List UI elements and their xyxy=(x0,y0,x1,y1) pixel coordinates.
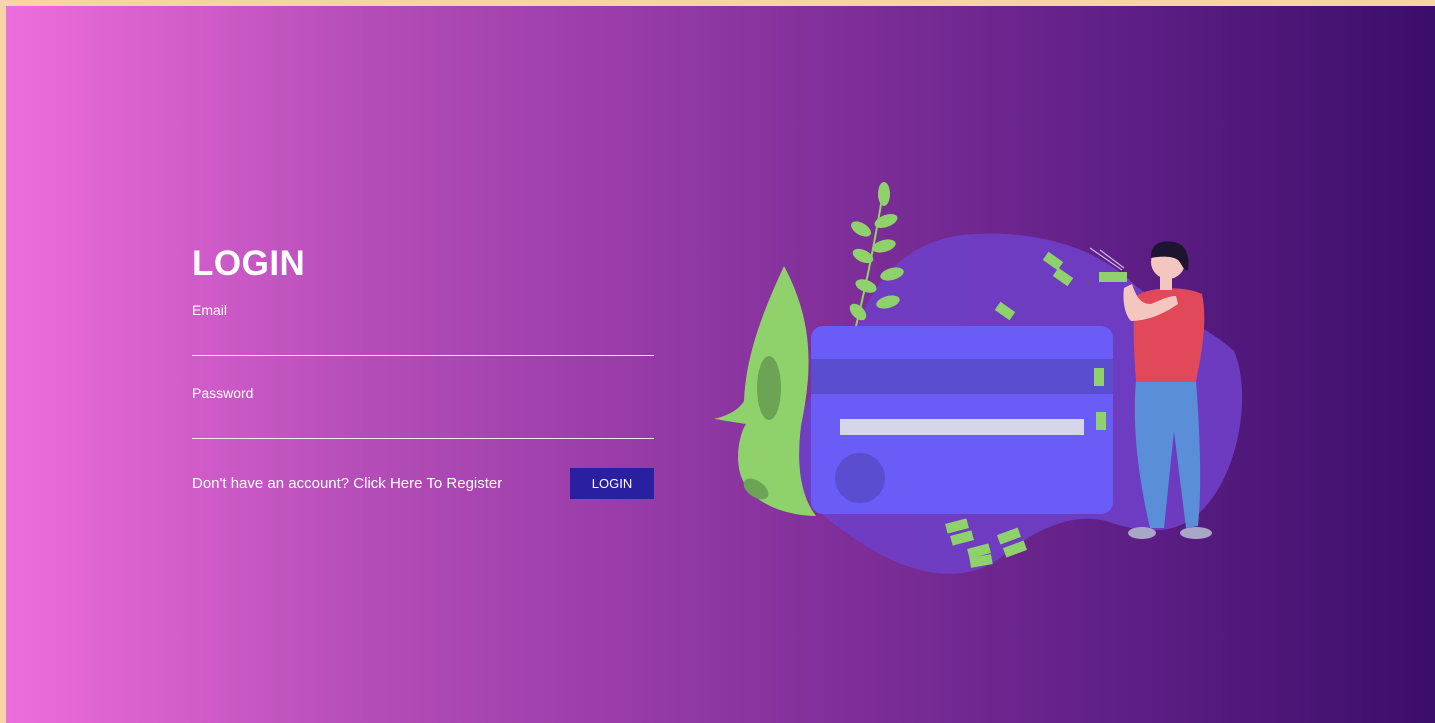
email-label: Email xyxy=(192,302,228,318)
person-money-stack xyxy=(1099,272,1127,282)
email-input[interactable] xyxy=(192,324,654,356)
login-button[interactable]: LOGIN xyxy=(570,468,654,499)
login-form: LOGIN Email Password Don't have an accou… xyxy=(192,244,654,500)
login-page: LOGIN Email Password Don't have an accou… xyxy=(6,6,1435,723)
password-label: Password xyxy=(192,385,254,401)
leaf-spot xyxy=(757,356,781,420)
register-link[interactable]: Don't have an account? Click Here To Reg… xyxy=(192,475,502,492)
plant-leaf xyxy=(851,221,871,237)
credit-card-stripe xyxy=(811,359,1113,394)
credit-card-chip xyxy=(835,453,885,503)
credit-card-payment-illustration xyxy=(714,182,1243,574)
password-field-group: Password xyxy=(192,385,654,468)
email-field-group: Email xyxy=(192,302,654,385)
plant-leaf xyxy=(878,182,890,206)
page-title: LOGIN xyxy=(192,244,306,283)
form-footer: Don't have an account? Click Here To Reg… xyxy=(192,468,654,500)
plant-leaf xyxy=(852,248,874,264)
password-input[interactable] xyxy=(192,407,654,439)
person-shoe-right xyxy=(1180,527,1212,539)
person-shoe-left xyxy=(1128,527,1156,539)
credit-card-signature-strip xyxy=(840,419,1084,435)
